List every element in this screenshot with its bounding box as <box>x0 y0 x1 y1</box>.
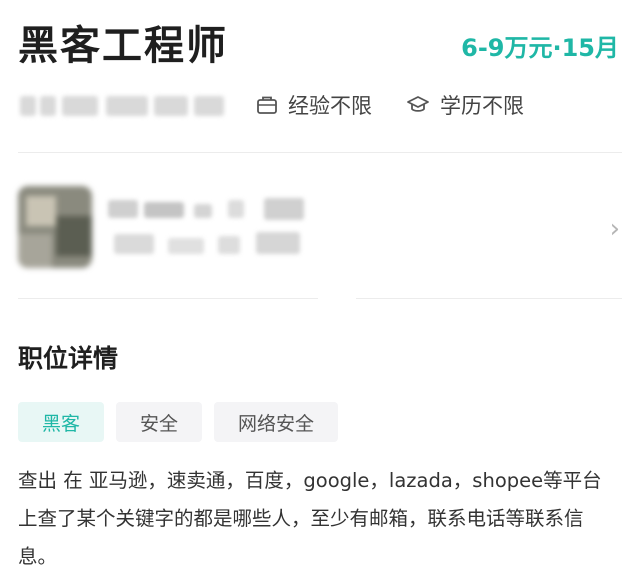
section-title-job-details: 职位详情 <box>18 344 119 373</box>
job-salary: 6-9万元·15月 <box>461 34 619 62</box>
tag-security[interactable]: 安全 <box>116 402 203 442</box>
briefcase-icon <box>257 96 277 114</box>
education-requirement: 学历不限 <box>406 88 524 122</box>
chevron-right-icon[interactable]: › <box>610 216 620 242</box>
company-avatar <box>18 186 92 268</box>
company-card[interactable]: › <box>18 182 622 274</box>
job-title: 黑客工程师 <box>18 23 228 69</box>
experience-label: 经验不限 <box>288 94 372 118</box>
graduation-cap-icon <box>407 96 429 112</box>
tag-hacker[interactable]: 黑客 <box>18 402 105 442</box>
tag-list: 黑客 安全 网络安全 <box>18 402 350 442</box>
tag-network-security[interactable]: 网络安全 <box>214 402 339 442</box>
divider <box>18 298 318 299</box>
job-meta-row: 经验不限 学历不限 <box>18 88 618 122</box>
divider <box>18 152 622 153</box>
divider <box>356 298 622 299</box>
job-description: 查出 在 亚马逊，速卖通，百度，google，lazada，shopee等平台上… <box>18 469 602 568</box>
education-label: 学历不限 <box>440 94 524 118</box>
experience-requirement: 经验不限 <box>256 88 372 122</box>
